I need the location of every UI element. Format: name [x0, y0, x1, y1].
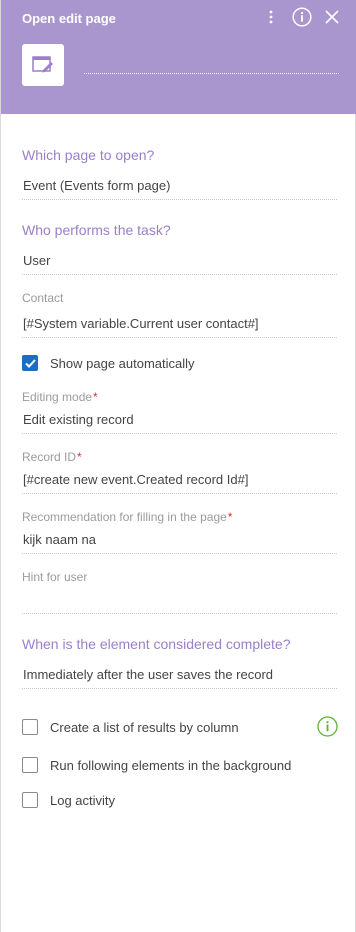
- background-label: Run following elements in the background: [50, 757, 292, 773]
- performer-field[interactable]: User: [22, 253, 337, 275]
- required-mark: *: [77, 450, 82, 464]
- record-id-label-text: Record ID: [22, 450, 77, 464]
- log-activity-label: Log activity: [50, 792, 116, 808]
- panel-title: Open edit page: [22, 11, 116, 26]
- complete-condition-field[interactable]: Immediately after the user saves the rec…: [22, 667, 337, 689]
- element-icon-button[interactable]: [22, 44, 64, 86]
- results-list-label: Create a list of results by column: [50, 719, 239, 735]
- recommendation-label: Recommendation for filling in the page*: [22, 510, 232, 524]
- record-id-label: Record ID*: [22, 450, 82, 464]
- results-list-info-icon[interactable]: [317, 716, 338, 737]
- element-title-input[interactable]: [84, 60, 339, 74]
- show-page-checkbox[interactable]: [22, 355, 38, 371]
- performer-section-heading: Who performs the task?: [22, 222, 171, 238]
- show-page-label: Show page automatically: [50, 355, 195, 371]
- recommendation-label-text: Recommendation for filling in the page: [22, 510, 227, 524]
- more-vertical-icon[interactable]: [263, 6, 279, 28]
- record-id-field[interactable]: [#create new event.Created record Id#]: [22, 472, 337, 494]
- element-settings-panel: Open edit page Which page to open? Event…: [0, 0, 356, 932]
- log-activity-checkbox[interactable]: [22, 792, 38, 808]
- complete-section-heading: When is the element considered complete?: [22, 636, 291, 652]
- close-icon[interactable]: [321, 6, 343, 28]
- info-icon[interactable]: [291, 6, 313, 28]
- contact-field[interactable]: [#System variable.Current user contact#]: [22, 316, 337, 338]
- required-mark: *: [227, 510, 233, 524]
- background-checkbox[interactable]: [22, 757, 38, 773]
- log-activity-checkbox-row[interactable]: Log activity: [22, 792, 115, 808]
- checkmark-icon: [24, 358, 36, 368]
- page-to-open-field[interactable]: Event (Events form page): [22, 178, 337, 200]
- background-checkbox-row[interactable]: Run following elements in the background: [22, 757, 291, 773]
- contact-label: Contact: [22, 291, 64, 305]
- recommendation-field[interactable]: kijk naam na: [22, 532, 337, 554]
- results-list-checkbox[interactable]: [22, 719, 38, 735]
- show-page-checkbox-row[interactable]: Show page automatically: [22, 355, 195, 371]
- editing-mode-label: Editing mode*: [22, 390, 98, 404]
- editing-mode-label-text: Editing mode: [22, 390, 93, 404]
- editing-mode-field[interactable]: Edit existing record: [22, 412, 337, 434]
- hint-label: Hint for user: [22, 570, 88, 584]
- panel-header: Open edit page: [1, 0, 356, 114]
- edit-page-icon: [32, 56, 53, 73]
- page-section-heading: Which page to open?: [22, 147, 155, 163]
- required-mark: *: [93, 390, 98, 404]
- results-list-checkbox-row[interactable]: Create a list of results by column: [22, 719, 239, 735]
- hint-field[interactable]: [22, 592, 337, 614]
